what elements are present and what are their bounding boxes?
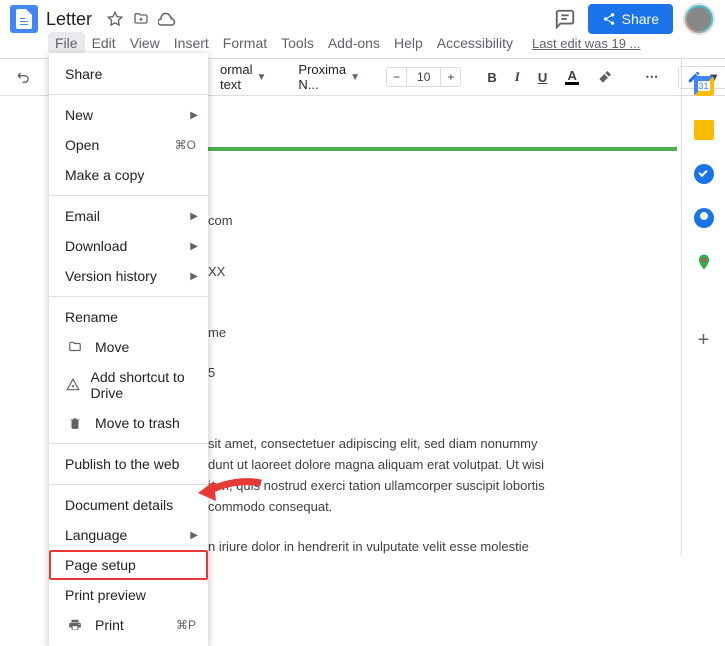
menu-tools[interactable]: Tools	[274, 32, 321, 54]
comments-icon[interactable]	[554, 8, 576, 30]
menu-item-language[interactable]: Language▶	[49, 520, 208, 550]
menu-help[interactable]: Help	[387, 32, 430, 54]
document-title[interactable]: Letter	[46, 9, 92, 30]
document-paragraph: n iriure dolor in hendrerit in vulputate…	[208, 537, 677, 555]
menu-item-download[interactable]: Download▶	[49, 231, 208, 261]
menu-item-doc-details[interactable]: Document details	[49, 490, 208, 520]
decrease-font-button[interactable]: −	[387, 68, 406, 86]
menu-item-open[interactable]: Open⌘O	[49, 130, 208, 160]
increase-font-button[interactable]: +	[441, 68, 460, 86]
share-button-label: Share	[622, 11, 659, 27]
menu-insert[interactable]: Insert	[167, 32, 216, 54]
add-app-button[interactable]: +	[694, 330, 714, 350]
share-button[interactable]: Share	[588, 4, 673, 34]
shortcut-label: ⌘P	[176, 618, 196, 632]
menu-item-email[interactable]: Email▶	[49, 201, 208, 231]
paragraph-style-select[interactable]: ormal text ▼	[214, 60, 272, 94]
menu-item-move[interactable]: Move	[49, 332, 208, 362]
shortcut-label: ⌘O	[175, 138, 196, 152]
cloud-status-icon[interactable]	[158, 10, 176, 28]
more-toolbar-button[interactable]: ⋯	[639, 66, 666, 88]
trash-icon	[65, 416, 85, 430]
bold-button[interactable]: B	[481, 67, 502, 88]
menu-accessibility[interactable]: Accessibility	[430, 32, 520, 54]
highlight-button[interactable]	[591, 66, 619, 88]
menu-format[interactable]: Format	[216, 32, 274, 54]
font-family-label: Proxima N...	[298, 62, 346, 92]
maps-app-icon[interactable]	[694, 252, 714, 272]
side-panel: +	[681, 58, 725, 555]
menu-item-publish[interactable]: Publish to the web	[49, 449, 208, 479]
document-text-fragment: me	[208, 323, 677, 344]
submenu-arrow-icon: ▶	[190, 211, 198, 222]
folder-move-icon	[65, 340, 85, 354]
contacts-app-icon[interactable]	[694, 208, 714, 228]
menu-item-print[interactable]: Print⌘P	[49, 610, 208, 640]
move-folder-icon[interactable]	[132, 10, 150, 28]
menu-addons[interactable]: Add-ons	[321, 32, 387, 54]
menu-file[interactable]: File	[48, 32, 85, 54]
keep-app-icon[interactable]	[694, 120, 714, 140]
tasks-app-icon[interactable]	[694, 164, 714, 184]
document-text-fragment: 5	[208, 363, 677, 384]
text-color-button[interactable]: A	[559, 66, 585, 88]
menu-item-share[interactable]: Share	[49, 59, 208, 89]
italic-button[interactable]: I	[509, 66, 526, 88]
header: Letter Share	[0, 0, 725, 32]
calendar-app-icon[interactable]	[694, 76, 714, 96]
menu-item-print-preview[interactable]: Print preview	[49, 580, 208, 610]
submenu-arrow-icon: ▶	[190, 241, 198, 252]
font-size-stepper[interactable]: − 10 +	[386, 67, 461, 87]
document-divider	[208, 147, 677, 151]
submenu-arrow-icon: ▶	[190, 271, 198, 282]
star-icon[interactable]	[106, 10, 124, 28]
document-canvas[interactable]: com XX me 5 sit amet, consectetuer adipi…	[208, 92, 677, 555]
menu-item-version-history[interactable]: Version history▶	[49, 261, 208, 291]
submenu-arrow-icon: ▶	[190, 110, 198, 121]
docs-logo-icon[interactable]	[10, 5, 38, 33]
undo-button[interactable]	[10, 65, 38, 89]
menu-edit[interactable]: Edit	[85, 32, 123, 54]
menu-item-make-copy[interactable]: Make a copy	[49, 160, 208, 190]
print-icon	[65, 618, 85, 632]
menu-view[interactable]: View	[123, 32, 167, 54]
menu-item-rename[interactable]: Rename	[49, 302, 208, 332]
menu-item-move-trash[interactable]: Move to trash	[49, 408, 208, 438]
menu-item-add-shortcut[interactable]: Add shortcut to Drive	[49, 362, 208, 408]
underline-button[interactable]: U	[532, 67, 553, 88]
chevron-down-icon: ▼	[350, 72, 360, 83]
document-paragraph: sit amet, consectetuer adipiscing elit, …	[208, 434, 677, 517]
chevron-down-icon: ▼	[257, 72, 267, 83]
font-family-select[interactable]: Proxima N... ▼	[292, 60, 366, 94]
menu-item-new[interactable]: New▶	[49, 100, 208, 130]
document-text-fragment: XX	[208, 262, 677, 283]
drive-shortcut-icon	[65, 378, 81, 392]
account-avatar[interactable]	[683, 3, 715, 35]
submenu-arrow-icon: ▶	[190, 530, 198, 541]
paragraph-style-label: ormal text	[220, 62, 253, 92]
document-text-fragment: com	[208, 211, 677, 232]
font-size-value[interactable]: 10	[406, 68, 441, 86]
last-edit-link[interactable]: Last edit was 19 ...	[532, 36, 640, 51]
file-menu-dropdown: Share New▶ Open⌘O Make a copy Email▶ Dow…	[49, 53, 208, 646]
